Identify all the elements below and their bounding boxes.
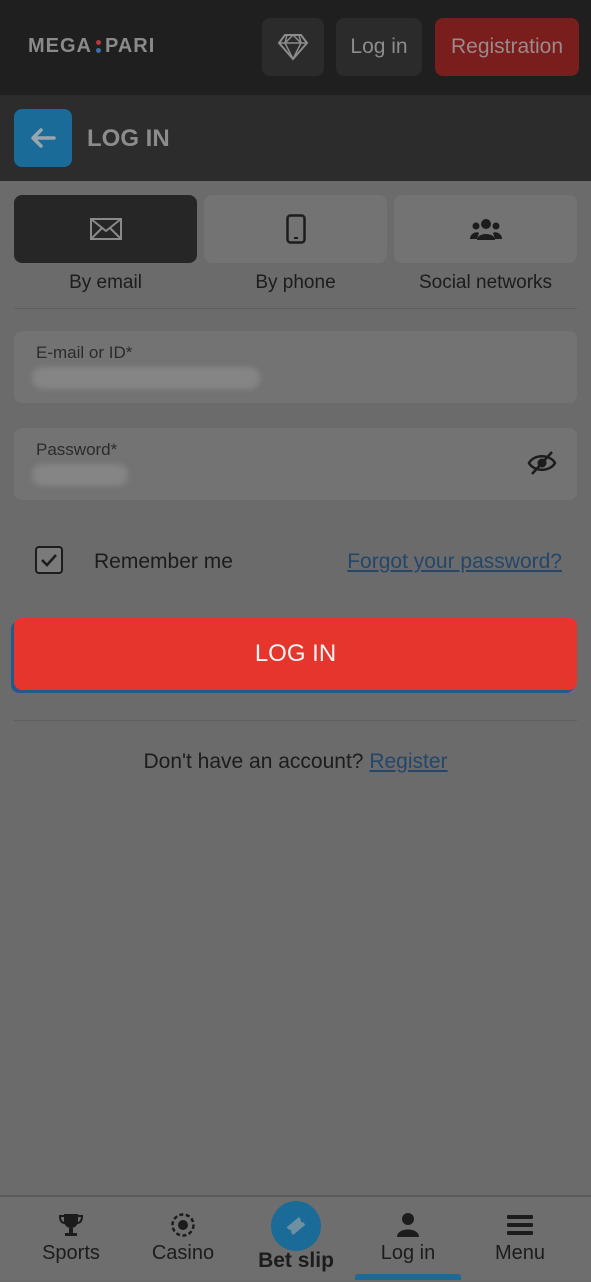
email-value-obscured <box>32 367 260 389</box>
nav-item-label: Sports <box>42 1242 100 1264</box>
forgot-password-link[interactable]: Forgot your password? <box>347 550 562 574</box>
ticket-icon <box>286 1217 306 1235</box>
top-header: MEGA PARI Log in Registration <box>0 0 591 95</box>
checkmark-icon <box>41 554 57 567</box>
tab-by-phone-label[interactable]: By phone <box>204 272 387 294</box>
nav-item-label: Casino <box>151 1242 215 1264</box>
megapari-logo[interactable]: MEGA PARI <box>28 34 155 58</box>
divider <box>14 308 577 309</box>
users-icon <box>469 219 502 240</box>
eye-slash-icon[interactable] <box>527 450 557 476</box>
envelope-icon <box>89 218 122 240</box>
registration-button[interactable]: Registration <box>435 18 579 76</box>
password-field-label: Password* <box>36 440 118 459</box>
hamburger-menu-icon <box>507 1215 533 1235</box>
nav-item-bet-slip[interactable] <box>271 1201 321 1251</box>
signup-prompt: Don't have an account? Register <box>0 750 591 774</box>
logo-dots <box>96 39 101 53</box>
register-link[interactable]: Register <box>369 750 447 773</box>
nav-item-login[interactable]: Log in <box>349 1197 467 1282</box>
tab-by-email-label[interactable]: By email <box>14 272 197 294</box>
remember-me-checkbox[interactable] <box>35 546 63 574</box>
trophy-icon <box>58 1214 84 1236</box>
casino-chip-icon <box>171 1213 195 1237</box>
arrow-left-icon <box>31 128 56 148</box>
tab-by-email[interactable] <box>14 195 197 263</box>
page-title: LOG IN <box>87 125 170 152</box>
logo-text-left: MEGA <box>28 34 92 57</box>
user-icon <box>397 1213 419 1237</box>
back-button[interactable] <box>14 109 72 167</box>
email-field-label: E-mail or ID* <box>36 343 133 362</box>
tab-social-networks-label[interactable]: Social networks <box>394 272 577 294</box>
login-submit-button[interactable]: LOG IN <box>14 618 577 690</box>
bet-slip-label[interactable]: Bet slip <box>236 1249 356 1273</box>
nav-item-sports[interactable]: Sports <box>12 1197 130 1282</box>
nav-item-menu[interactable]: Menu <box>461 1197 579 1282</box>
nav-item-label: Menu <box>494 1242 546 1264</box>
remember-me-label[interactable]: Remember me <box>94 550 233 574</box>
header-login-button[interactable]: Log in <box>336 18 422 76</box>
nav-item-label: Log in <box>380 1242 436 1264</box>
diamond-icon <box>277 33 309 61</box>
page-titlebar: LOG IN <box>0 95 591 181</box>
logo-text-right: PARI <box>105 34 156 57</box>
password-field[interactable]: Password* <box>14 428 577 500</box>
no-account-text: Don't have an account? <box>143 750 364 773</box>
nav-item-casino[interactable]: Casino <box>124 1197 242 1282</box>
active-nav-indicator <box>355 1274 461 1280</box>
tab-by-phone[interactable] <box>204 195 387 263</box>
phone-icon <box>285 214 306 244</box>
email-field[interactable]: E-mail or ID* <box>14 331 577 403</box>
password-value-obscured <box>32 464 128 486</box>
divider <box>14 720 577 721</box>
vip-button[interactable] <box>262 18 324 76</box>
tab-social-networks[interactable] <box>394 195 577 263</box>
